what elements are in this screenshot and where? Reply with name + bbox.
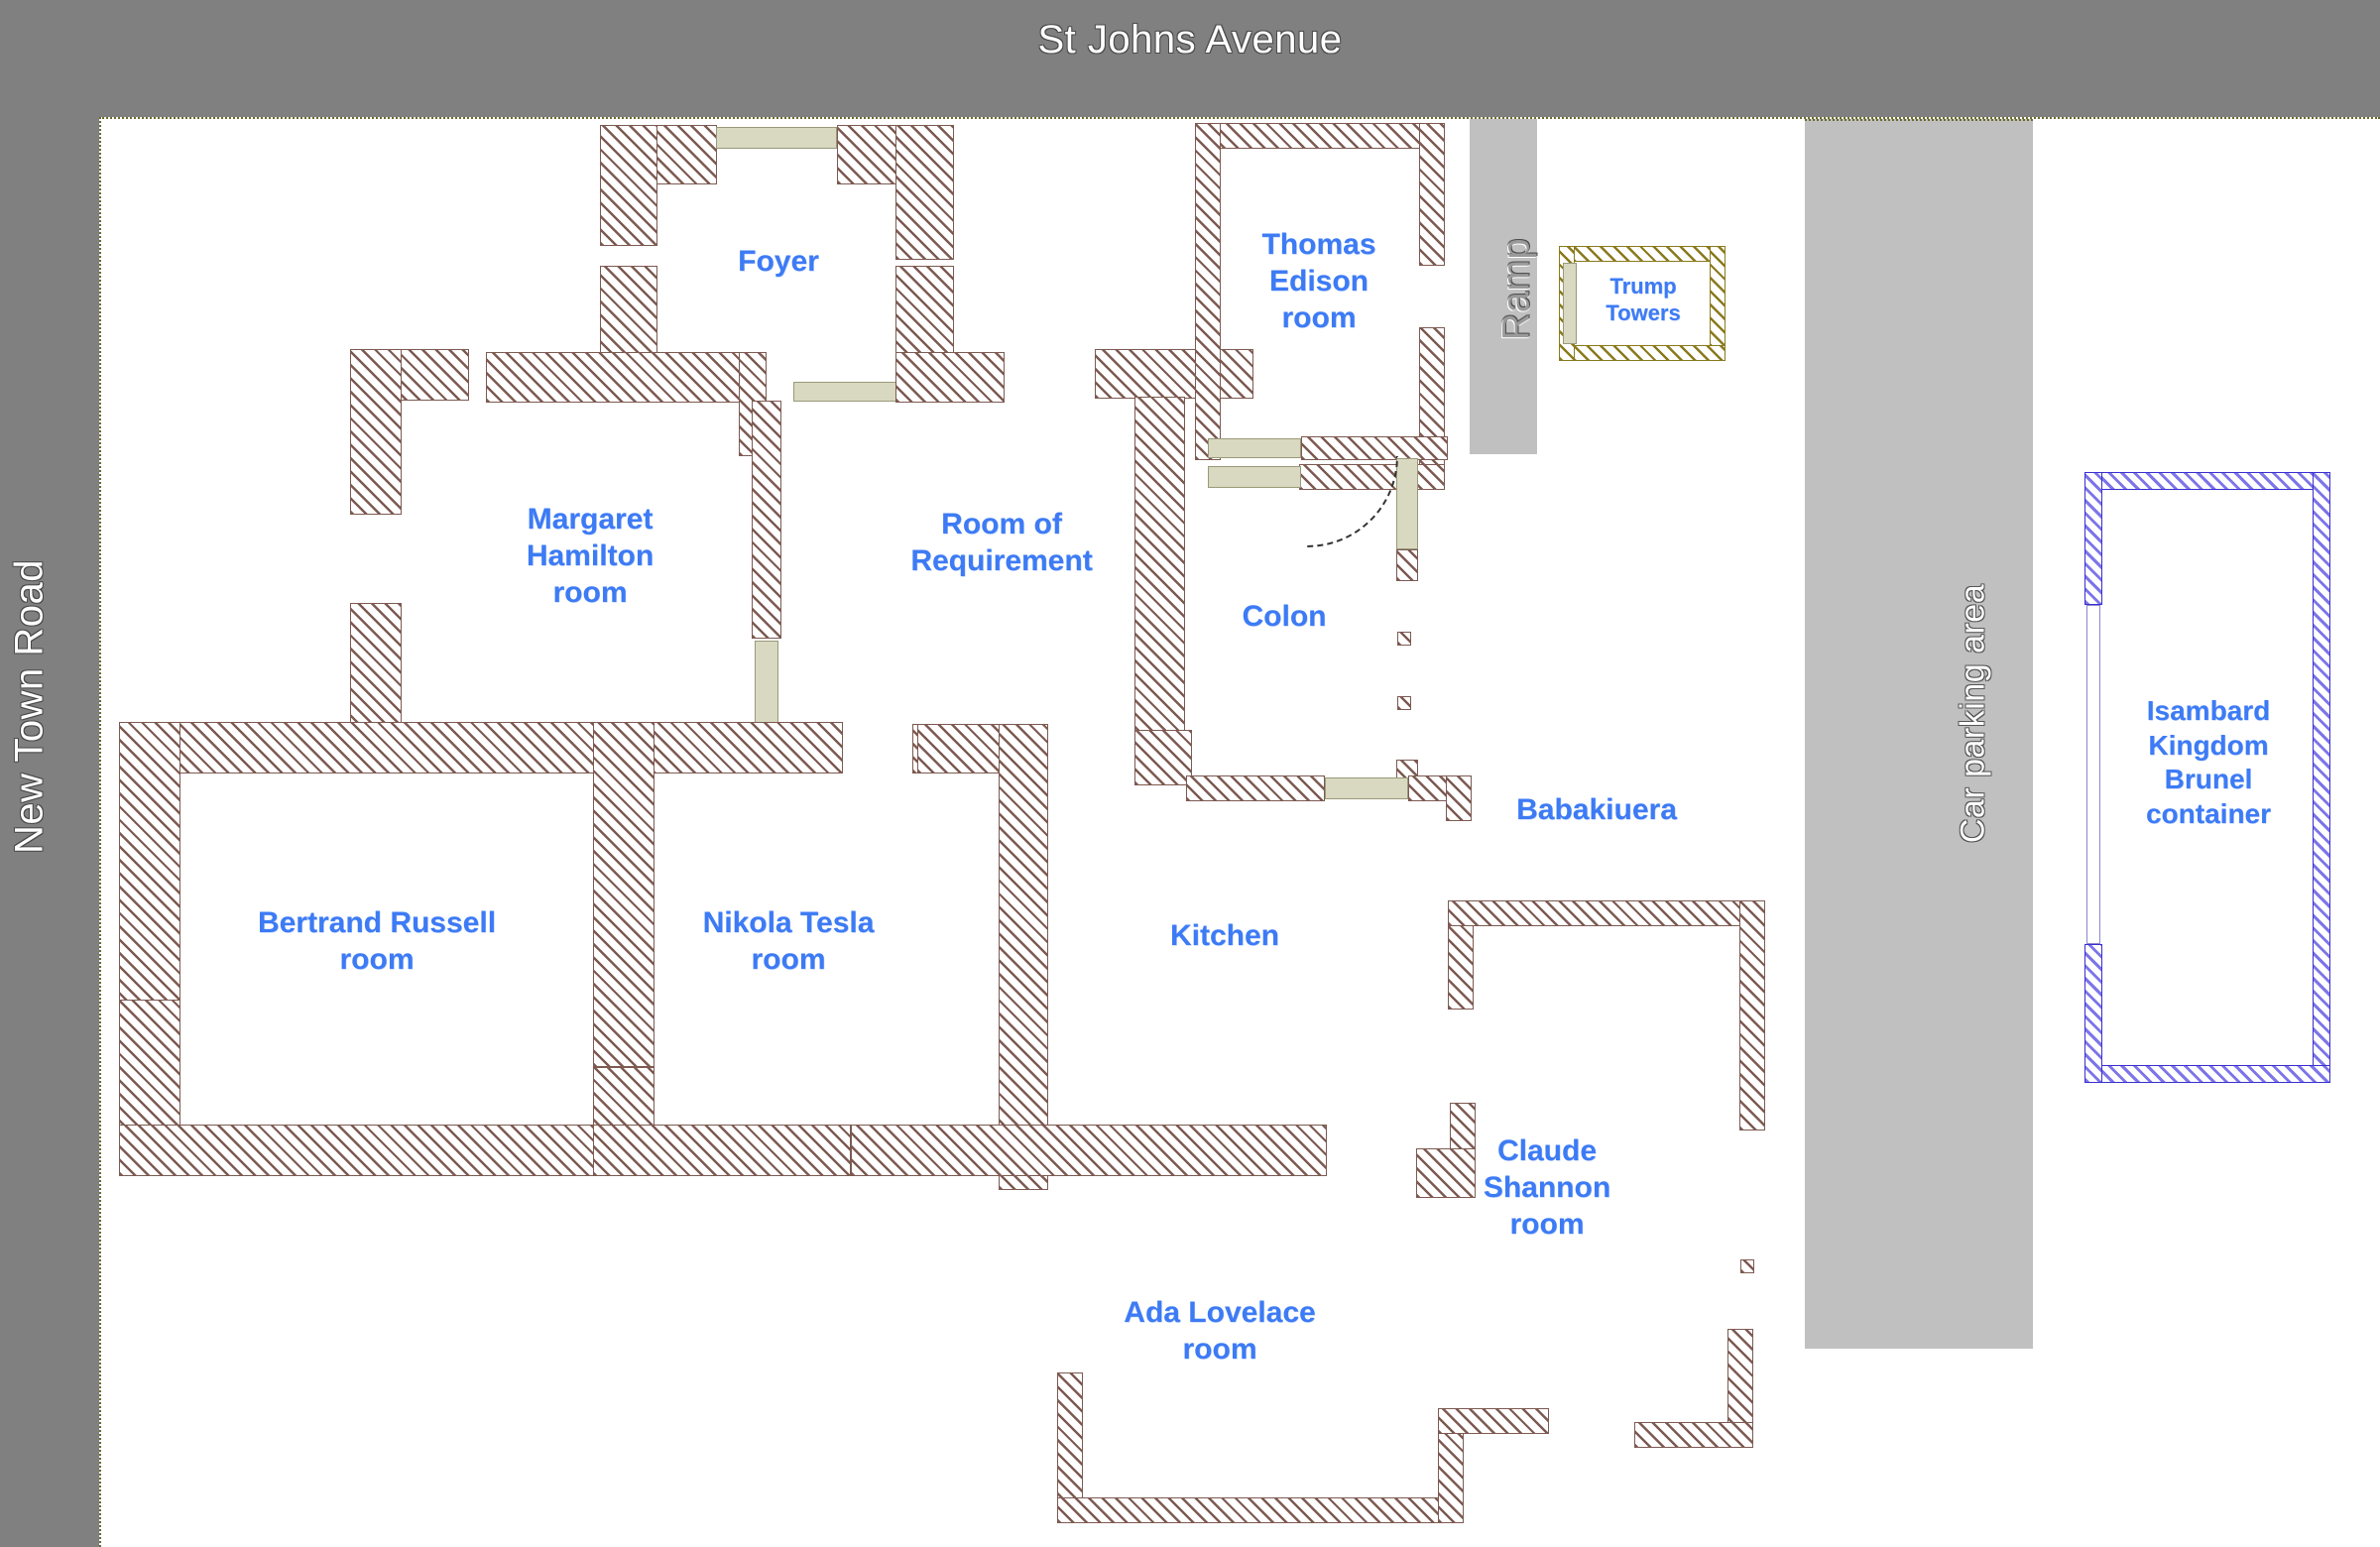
wall-colon-east-pillar-2	[1397, 632, 1411, 646]
opening-colon-north	[1208, 438, 1301, 458]
plan-left-boundary	[99, 117, 101, 1547]
room-label-room-of-requirement: Room of Requirement	[910, 508, 1093, 578]
room-label-brunel-container: Isambard Kingdom Brunel container	[2145, 695, 2272, 830]
area-label-ramp: Ramp	[1495, 237, 1538, 341]
opening-edison-south	[1208, 466, 1301, 488]
wall-colon-east-pillar-1	[1396, 549, 1418, 581]
wall-colon-east-pillar-3	[1397, 696, 1411, 710]
road-band-bottom	[0, 1368, 99, 1547]
car-parking-area	[1805, 119, 2033, 1349]
wall-trump-towers-bottom	[1559, 345, 1726, 361]
wall-foyer-bottom-left	[486, 352, 767, 403]
wall-colon-se-corner	[1446, 775, 1472, 821]
wall-margaret-nw-vertical	[350, 349, 402, 515]
wall-requirement-east-band	[1095, 349, 1253, 399]
street-label-new-town-road: New Town Road	[7, 558, 52, 855]
wall-container-left-lower	[2084, 944, 2102, 1083]
opening-trump-towers-west	[1563, 263, 1577, 344]
room-label-trump-towers: Trump Towers	[1606, 274, 1681, 326]
wall-container-bottom	[2084, 1065, 2330, 1083]
wall-shannon-east-pillar	[1740, 1259, 1754, 1273]
area-label-car-parking: Car parking area	[1954, 583, 1992, 844]
wall-edison-north	[1195, 123, 1445, 149]
wall-trump-towers-right	[1710, 246, 1726, 361]
opening-margaret-east	[755, 641, 778, 730]
wall-kitchen-north-band	[1448, 900, 1765, 926]
wall-container-left-upper	[2084, 472, 2102, 605]
wall-container-top	[2084, 472, 2330, 490]
wall-trump-towers-top	[1559, 246, 1726, 262]
room-label-kitchen: Kitchen	[1169, 919, 1279, 952]
room-label-ada-lovelace: Ada Lovelace room	[1124, 1296, 1316, 1367]
opening-colon-east-door	[1396, 458, 1418, 549]
wall-foyer-bottom-right	[895, 352, 1005, 403]
street-label-st-johns-avenue: St Johns Avenue	[1037, 18, 1343, 61]
wall-kitchen-east-band	[1739, 900, 1765, 1130]
opening-foyer-south	[793, 382, 900, 402]
wall-tesla-east-band	[851, 1125, 1327, 1176]
wall-colon-nw-foot	[1134, 730, 1192, 785]
room-label-bertrand-russell: Bertrand Russell room	[257, 906, 497, 977]
room-label-claude-shannon: Claude Shannon room	[1483, 1134, 1611, 1242]
wall-container-right	[2313, 472, 2330, 1083]
room-label-margaret-hamilton: Margaret Hamilton room	[526, 503, 654, 610]
wall-colon-south-left	[1186, 775, 1325, 801]
room-label-thomas-edison: Thomas Edison room	[1261, 228, 1376, 335]
room-label-colon: Colon	[1242, 600, 1327, 633]
room-label-nikola-tesla: Nikola Tesla room	[702, 906, 875, 977]
opening-foyer-north	[716, 127, 837, 149]
wall-margaret-east-upper	[752, 401, 781, 639]
room-label-foyer: Foyer	[738, 245, 819, 278]
wall-foyer-left-upper	[600, 125, 657, 246]
wall-ada-east-stub	[1438, 1408, 1549, 1434]
wall-tesla-west-upper	[593, 722, 654, 1067]
wall-margaret-south-band	[119, 722, 843, 774]
wall-bertrand-nw-vertical	[119, 722, 180, 1010]
floor-plan-canvas: St Johns Avenue New Town Road Car parkin…	[0, 0, 2380, 1547]
wall-requirement-south-vertical	[999, 724, 1048, 1190]
wall-foyer-right-upper	[895, 125, 954, 260]
room-label-babakiuera: Babakiuera	[1516, 793, 1677, 826]
wall-tesla-south-band	[593, 1125, 851, 1176]
wall-shannon-se-horizontal	[1634, 1422, 1753, 1448]
wall-margaret-sw-vertical	[350, 603, 402, 732]
opening-colon-south	[1325, 777, 1408, 799]
wall-ada-south-band	[1057, 1497, 1464, 1523]
wall-colon-west	[1134, 397, 1185, 783]
opening-container-west	[2086, 605, 2100, 944]
